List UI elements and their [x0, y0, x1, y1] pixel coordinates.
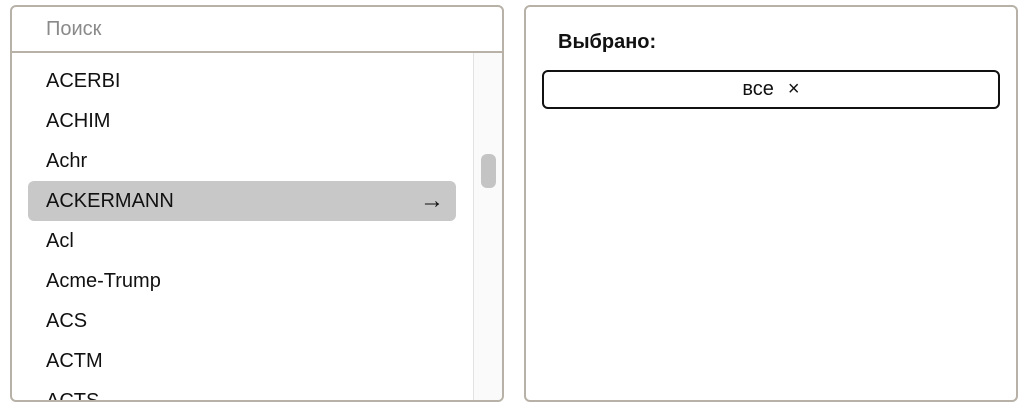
- list-scrollbar[interactable]: [473, 53, 502, 400]
- list-item-label: ACTS: [46, 390, 99, 400]
- list-item[interactable]: ACHIM: [28, 101, 456, 141]
- options-list-container: ACERBI ACHIM Achr ACKERMANN → Acl Acme-Trump AC…: [12, 53, 502, 400]
- search-box: [12, 7, 502, 53]
- selected-panel: Выбрано: все ×: [524, 5, 1018, 402]
- list-item-label: ACERBI: [46, 70, 121, 92]
- list-item[interactable]: ACERBI: [28, 61, 456, 101]
- scrollbar-thumb[interactable]: [481, 154, 496, 188]
- list-item-label: ACS: [46, 310, 88, 332]
- list-item-label: ACTM: [46, 350, 103, 372]
- selected-title: Выбрано:: [558, 31, 657, 53]
- selected-chip-all[interactable]: все ×: [542, 70, 1000, 109]
- list-item-label: Achr: [46, 150, 88, 172]
- list-item[interactable]: ACTM: [28, 341, 456, 381]
- list-item-label: Acme-Trump: [46, 270, 161, 292]
- options-panel: ACERBI ACHIM Achr ACKERMANN → Acl Acme-Trump AC…: [10, 5, 504, 402]
- list-item[interactable]: ACS: [28, 301, 456, 341]
- list-item[interactable]: Acme-Trump: [28, 261, 456, 301]
- list-item[interactable]: Acl: [28, 221, 456, 261]
- remove-icon[interactable]: ×: [788, 72, 800, 107]
- list-item-label: ACHIM: [46, 110, 111, 132]
- arrow-right-icon[interactable]: →: [420, 181, 444, 221]
- options-list: ACERBI ACHIM Achr ACKERMANN → Acl Acme-Trump AC…: [12, 53, 473, 400]
- list-item-selected[interactable]: ACKERMANN →: [28, 181, 456, 221]
- list-item-label: ACKERMANN: [46, 190, 174, 212]
- search-input[interactable]: [12, 7, 502, 51]
- list-item[interactable]: Achr: [28, 141, 456, 181]
- list-item-label: Acl: [46, 230, 74, 252]
- list-item[interactable]: ACTS: [28, 381, 456, 400]
- chip-label: все: [742, 78, 774, 100]
